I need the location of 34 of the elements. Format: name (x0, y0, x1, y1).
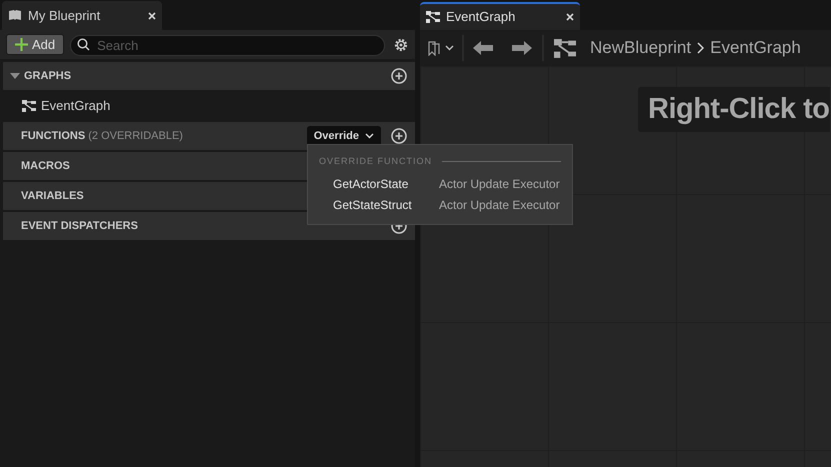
add-icon[interactable] (391, 128, 407, 144)
book-icon (8, 9, 22, 22)
add-button[interactable]: Add (6, 34, 64, 55)
caret-icon (445, 45, 454, 51)
graph-tab[interactable]: EventGraph (420, 2, 580, 30)
graph-icon (554, 38, 576, 58)
back-arrow-icon[interactable] (473, 41, 493, 55)
close-icon[interactable] (148, 12, 156, 20)
canvas-hint: Right-Click to (638, 87, 830, 132)
chevron-icon (697, 42, 704, 54)
section-header[interactable]: GRAPHS (3, 62, 415, 90)
section-title: MACROS (21, 158, 70, 174)
panel-tab[interactable]: My Blueprint (2, 1, 162, 30)
bookmark-icon (428, 40, 440, 56)
bookmark-dropdown[interactable] (428, 35, 464, 61)
forward-arrow-icon[interactable] (512, 41, 532, 55)
section-header[interactable]: FUNCTIONS (2 OVERRIDABLE) Override (3, 122, 415, 150)
section-title: GRAPHS (24, 68, 72, 84)
breadcrumb-link[interactable]: EventGraph (710, 35, 801, 61)
caret-icon (365, 133, 374, 139)
breadcrumb-link[interactable]: NewBlueprint (590, 35, 692, 61)
section-title: FUNCTIONS (2 OVERRIDABLE) (21, 128, 183, 144)
graph-icon (22, 100, 36, 112)
plus-icon (15, 38, 28, 51)
override-dropdown[interactable]: Override (306, 126, 381, 146)
settings-icon[interactable] (393, 36, 409, 52)
tab-title: My Blueprint (28, 6, 102, 25)
search-field[interactable]: Search (70, 35, 385, 56)
section-title: EVENT DISPATCHERS (21, 218, 138, 234)
section-title: VARIABLES (21, 188, 84, 204)
graph-icon (426, 11, 440, 23)
expand-arrow-icon[interactable] (10, 73, 20, 79)
close-icon[interactable] (566, 13, 574, 21)
add-icon[interactable] (391, 68, 407, 84)
